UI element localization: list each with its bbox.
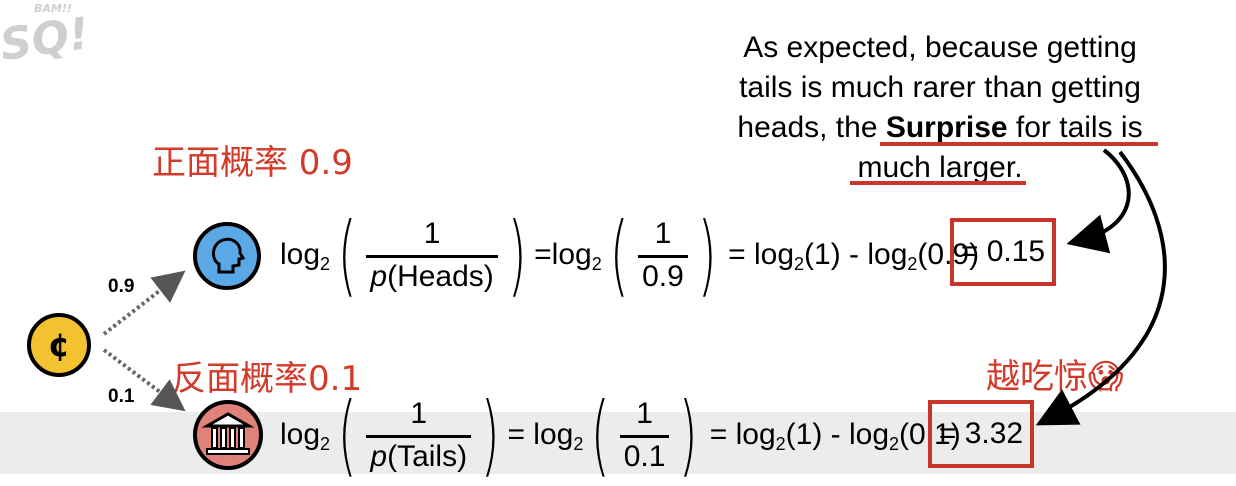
cent-symbol: ¢ (47, 326, 71, 364)
heads-surprise-equation: log2 ( 1 p(Heads) ) =log2 ( 1 0.9 ) = lo… (280, 203, 980, 306)
heads-head-icon (193, 222, 261, 290)
tails-surprise-equation: log2 ( 1 p(Tails) ) = log2 ( 1 0.1 ) = l… (280, 383, 961, 486)
tails-log-1: log2 (280, 418, 331, 454)
tails-log-difference: = log2(1) - log2(0.1) (709, 418, 961, 454)
heads-log-difference: = log2(1) - log2(0.9) (728, 238, 980, 274)
coin-icon: ¢ (27, 313, 91, 377)
tails-bank-icon (193, 400, 263, 470)
tails-result-box: = 3.32 (928, 400, 1034, 468)
heads-log-2: =log2 (534, 238, 602, 274)
tails-fraction-1: 1 p(Tails) (366, 398, 472, 472)
arrow-to-heads-result (1066, 148, 1131, 254)
heads-branch-prob: 0.9 (108, 276, 135, 297)
tails-result-value: = 3.32 (938, 417, 1024, 450)
tails-fraction-2: 1 0.1 (619, 398, 670, 472)
tails-branch-prob: 0.1 (108, 386, 135, 407)
heads-fraction-2: 1 0.9 (638, 218, 688, 292)
heads-fraction-1: 1 p(Heads) (366, 218, 498, 292)
heads-result-value: = 0.15 (960, 235, 1046, 268)
heads-log-1: log2 (280, 238, 331, 274)
arrow-to-tails-result (1035, 150, 1167, 426)
heads-result-box: = 0.15 (950, 218, 1056, 286)
tails-log-2: = log2 (507, 418, 584, 454)
